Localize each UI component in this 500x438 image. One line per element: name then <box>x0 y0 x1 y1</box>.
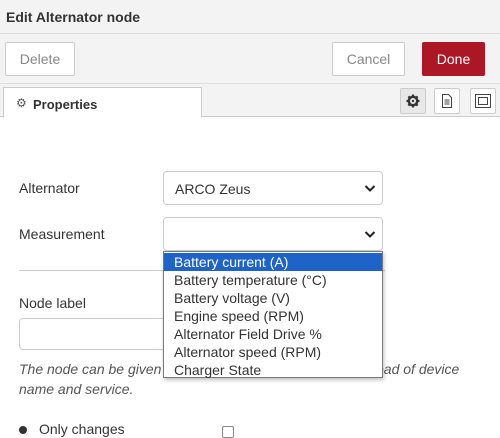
appearance-tab-button[interactable] <box>470 88 496 114</box>
dropdown-option[interactable]: Charger State <box>164 361 382 379</box>
node-label-input[interactable] <box>19 318 169 350</box>
help-text-end: ead of device <box>376 361 460 377</box>
tabs-bar: ⚙ Properties <box>0 84 500 118</box>
node-label-label: Node label <box>19 295 86 311</box>
cancel-button[interactable]: Cancel <box>332 42 405 76</box>
chevron-down-icon <box>364 231 376 238</box>
delete-button[interactable]: Delete <box>5 42 75 76</box>
gear-icon: ⚙ <box>16 96 27 110</box>
dropdown-option[interactable]: Battery current (A) <box>164 253 382 271</box>
dialog-toolbar: Delete Cancel Done <box>0 34 500 84</box>
alternator-select[interactable]: ARCO Zeus <box>163 171 383 205</box>
help-text-start: The node can be given <box>19 361 162 377</box>
alternator-select-value: ARCO Zeus <box>175 181 251 197</box>
settings-icon <box>406 94 420 108</box>
dialog-title: Edit Alternator node <box>6 9 141 25</box>
dropdown-option[interactable]: Alternator Field Drive % <box>164 325 382 343</box>
help-text-line2: name and service. <box>19 381 134 397</box>
dropdown-option[interactable]: Alternator speed (RPM) <box>164 343 382 361</box>
only-changes-row: Only changes <box>19 421 125 437</box>
settings-tab-button[interactable] <box>400 88 426 114</box>
dropdown-option[interactable]: Battery voltage (V) <box>164 289 382 307</box>
document-icon <box>442 94 452 108</box>
measurement-label: Measurement <box>19 226 105 242</box>
tab-properties-label: Properties <box>33 97 98 112</box>
tab-properties[interactable]: ⚙ Properties <box>3 87 202 118</box>
only-changes-checkbox[interactable] <box>222 426 234 438</box>
bullet-icon <box>19 426 27 435</box>
done-button[interactable]: Done <box>422 42 485 76</box>
measurement-select[interactable] <box>163 217 383 251</box>
alternator-label: Alternator <box>19 180 80 196</box>
description-tab-button[interactable] <box>434 88 460 114</box>
measurement-dropdown: Battery current (A) Battery temperature … <box>163 251 383 378</box>
frame-icon <box>475 94 491 108</box>
dialog-titlebar: Edit Alternator node <box>0 0 500 34</box>
only-changes-label: Only changes <box>39 421 125 437</box>
chevron-down-icon <box>364 185 376 192</box>
dropdown-option[interactable]: Engine speed (RPM) <box>164 307 382 325</box>
dropdown-option[interactable]: Battery temperature (°C) <box>164 271 382 289</box>
